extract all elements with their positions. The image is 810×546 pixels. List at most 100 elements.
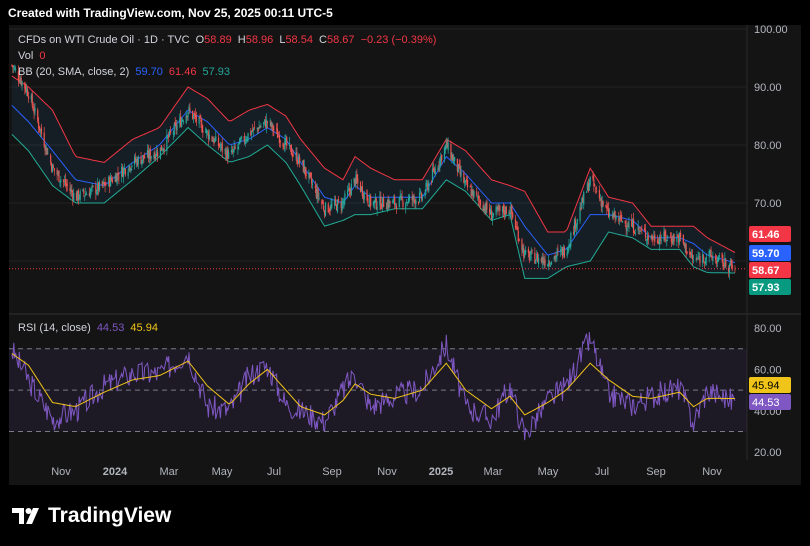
candle-body (117, 172, 119, 176)
rsi-label[interactable]: RSI (14, close) (18, 322, 91, 334)
candle-body (596, 190, 598, 192)
candle-body (424, 193, 426, 197)
tradingview-logo-text: TradingView (48, 504, 172, 527)
candle-body (428, 182, 430, 192)
candle-body (265, 119, 268, 128)
candle-body (380, 196, 382, 210)
candle-body (611, 214, 613, 215)
candle-body (505, 207, 507, 215)
candle-body (27, 89, 29, 96)
candle-body (237, 146, 239, 149)
created-with-text: Created with TradingView.com, Nov 25, 20… (8, 6, 333, 20)
rsi-value-label: 44.53 (752, 397, 780, 409)
candle-body (111, 179, 114, 183)
candle-body (127, 171, 129, 176)
candle-body (73, 192, 75, 202)
candle-body (529, 256, 531, 259)
rsi-value: 44.53 (96, 322, 125, 334)
candle-body (376, 206, 378, 210)
ohlc-open: 58.89 (204, 34, 232, 46)
candle-body (673, 234, 675, 242)
candle-body (660, 239, 662, 241)
candle-body (682, 234, 684, 244)
candle-body (105, 184, 107, 186)
candle-body (608, 213, 611, 217)
candle-body (525, 249, 527, 254)
candle-body (252, 127, 255, 131)
candle-body (644, 230, 647, 238)
price-axis-tick: 100.00 (754, 25, 788, 36)
candle-body (567, 247, 569, 254)
candle-body (686, 251, 688, 254)
candle-body (710, 249, 712, 257)
candle-body (575, 224, 577, 228)
tradingview-logo[interactable]: TradingView (12, 504, 171, 528)
candle-body (200, 119, 202, 123)
candle-body (363, 192, 365, 200)
candle-body (580, 208, 582, 210)
candle-body (53, 168, 55, 171)
candle-body (279, 141, 281, 143)
candle-body (343, 201, 345, 204)
candle-body (314, 185, 316, 189)
candle-body (535, 260, 537, 264)
candle-body (305, 172, 307, 177)
candle-body (331, 204, 333, 206)
time-axis-tick: Jul (595, 466, 609, 478)
candle-body (329, 209, 331, 211)
candle-body (15, 69, 17, 71)
candle-body (206, 131, 209, 133)
candle-body (476, 191, 478, 195)
chart-area[interactable]: 100.00 90.00 80.00 70.00 61.46 59.70 58.67 57.9… (9, 25, 801, 485)
candle-body (336, 199, 339, 213)
candle-body (602, 200, 604, 206)
candle-body (144, 157, 146, 159)
candle-body (60, 179, 62, 183)
candle-body (639, 230, 641, 232)
candle-body (715, 256, 717, 260)
candle-body (589, 176, 591, 185)
candle-body (659, 236, 661, 241)
candle-body (492, 213, 494, 216)
candle-body (335, 198, 337, 203)
candle-body (717, 256, 719, 262)
candle-body (182, 121, 185, 123)
candle-body (337, 199, 340, 202)
candle-body (406, 202, 409, 204)
chart-screenshot: Created with TradingView.com, Nov 25, 20… (0, 0, 810, 546)
candle-body (576, 219, 578, 225)
candle-body (628, 222, 630, 229)
candle-body (318, 198, 320, 200)
bb-mid-price-label: 59.70 (752, 248, 780, 260)
candle-body (669, 236, 672, 238)
chart-canvas[interactable]: 100.00 90.00 80.00 70.00 61.46 59.70 58.67 57.9… (9, 25, 801, 485)
candle-body (89, 190, 91, 198)
candle-body (469, 186, 471, 188)
candle-body (594, 185, 596, 186)
candle-body (173, 124, 175, 135)
candle-body (563, 247, 565, 257)
candle-body (157, 152, 159, 157)
candle-body (419, 191, 422, 193)
rsi-axis-tick: 20.00 (754, 447, 782, 459)
candle-body (444, 145, 446, 150)
candle-body (413, 195, 415, 200)
bb-label[interactable]: BB (20, SMA, close, 2) (18, 66, 129, 78)
candle-body (310, 172, 312, 177)
candle-body (394, 196, 396, 205)
candle-body (90, 187, 92, 191)
candle-body (260, 126, 262, 127)
ohlc-high: 58.96 (245, 34, 274, 46)
candle-body (626, 227, 628, 232)
candle-body (712, 257, 714, 261)
candle-body (466, 180, 469, 188)
volume-label[interactable]: Vol (18, 50, 33, 62)
candle-body (392, 200, 394, 204)
candle-body (418, 192, 421, 202)
candle-body (92, 185, 94, 187)
symbol-title[interactable]: CFDs on WTI Crude Oil · 1D · TVC (18, 34, 190, 46)
candle-body (263, 122, 265, 125)
candle-body (344, 193, 346, 201)
candle-body (624, 221, 626, 224)
candle-body (273, 129, 275, 131)
